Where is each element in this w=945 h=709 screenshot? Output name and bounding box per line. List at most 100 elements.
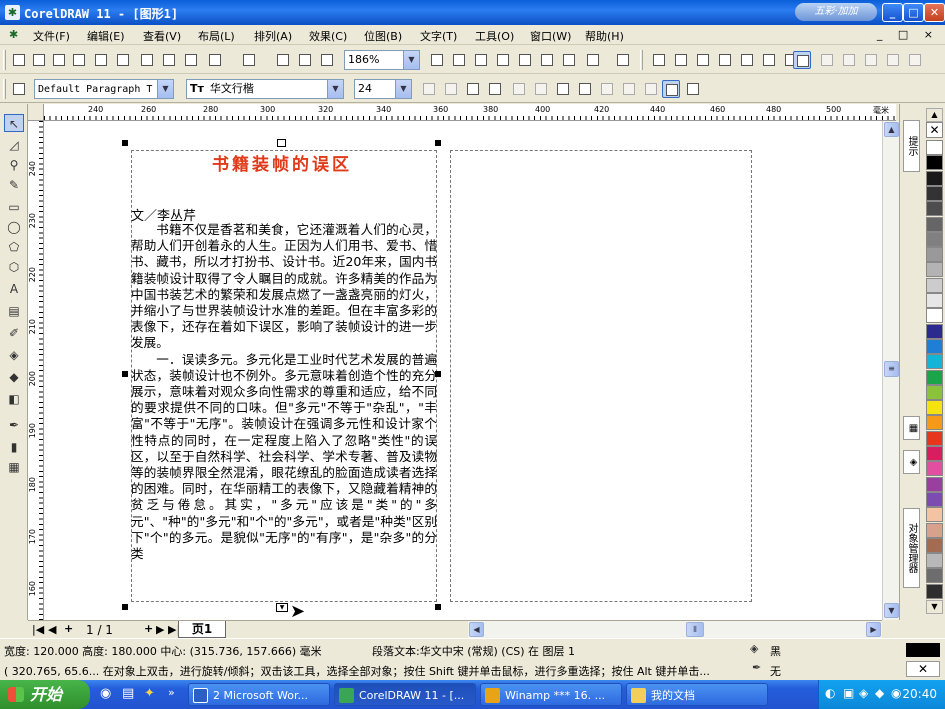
document-icon[interactable]: ✱ [9,28,18,41]
color-swatch[interactable] [926,430,943,446]
fill-tool-icon[interactable]: ◆ [4,368,24,386]
menu-edit[interactable]: 编辑(E) [87,28,125,44]
quicklaunch-expand-icon[interactable]: » [168,686,175,699]
copy-icon[interactable] [160,51,178,69]
selection-handle[interactable] [435,604,441,610]
mdi-window-controls[interactable]: _ □ × [877,28,939,41]
chevron-down-icon[interactable]: ▼ [395,80,411,98]
tray-input-icon[interactable]: ◉ [891,686,901,700]
menu-file[interactable]: 文件(F) [33,28,70,44]
color-swatch[interactable] [926,247,943,263]
rectangle-tool-icon[interactable]: ▭ [4,198,24,216]
lock-icon[interactable] [862,51,880,69]
format-text-icon[interactable] [620,80,638,98]
selection-handle[interactable] [435,371,441,377]
unlock-icon[interactable] [884,51,902,69]
eyedropper-tool-icon[interactable]: ✐ [4,324,24,342]
page-tab[interactable]: 页1 [178,621,226,638]
grid-icon[interactable] [494,51,512,69]
options-icon[interactable] [584,51,602,69]
new-from-template-icon[interactable] [30,51,48,69]
bold-icon[interactable] [420,80,438,98]
menu-help[interactable]: 帮助(H) [585,28,624,44]
pattern-fill-icon[interactable]: ▦ [4,458,24,476]
menu-arrange[interactable]: 排列(A) [254,28,292,44]
color-swatch[interactable] [926,201,943,217]
scroll-left-button[interactable]: ◀ [469,622,484,637]
close-button[interactable]: ✕ [924,3,945,22]
transform-icon[interactable] [672,51,690,69]
horizontal-text-icon[interactable] [662,80,680,98]
scroll-right-button[interactable]: ▶ [866,622,881,637]
text-frame-top-tab[interactable] [277,139,286,147]
menu-bitmaps[interactable]: 位图(B) [364,28,402,44]
horizontal-scroll-thumb[interactable]: ⦀ [686,622,704,637]
order-icon[interactable] [818,51,836,69]
quicklaunch-doc-icon[interactable]: ▤ [122,686,134,701]
outline-none-swatch[interactable]: ✕ [906,661,940,677]
gradient-swatch-icon[interactable]: ▮ [4,438,24,456]
maximize-button[interactable]: □ [903,3,924,22]
refresh-icon[interactable] [274,51,292,69]
drawing-canvas[interactable]: 书籍装帧的误区 文／李丛芹 书籍不仅是香茗和美食，它还灌溉着人们的心灵，帮助人们… [44,121,882,620]
previous-page-button[interactable]: ◀ [48,623,56,636]
fill-color-swatch[interactable] [906,643,940,657]
zoom-tool-icon[interactable]: ⚲ [4,156,24,174]
snap-to-guidelines-icon[interactable] [538,51,556,69]
palette-scroll-down[interactable]: ▼ [926,600,943,614]
menu-text[interactable]: 文字(T) [420,28,457,44]
weld-icon[interactable] [840,51,858,69]
selection-handle[interactable] [122,140,128,146]
snap-to-grid-icon[interactable] [516,51,534,69]
cut-icon[interactable] [138,51,156,69]
edit-text-icon[interactable] [642,80,660,98]
toolbar-grip[interactable] [3,79,6,99]
outline-tool-icon[interactable]: ◈ [4,346,24,364]
color-swatch[interactable] [926,491,943,507]
horizontal-scrollbar[interactable]: ◀ ⦀ ▶ [468,620,882,638]
corel-online-icon[interactable] [472,51,490,69]
new-icon[interactable] [10,51,28,69]
color-swatch[interactable] [926,384,943,400]
add-page-after-button[interactable]: + [144,622,153,635]
ruler-origin[interactable] [28,104,44,121]
paragraph-style-icon[interactable] [10,80,28,98]
align-icon[interactable] [694,51,712,69]
horizontal-alignment-icon[interactable] [486,80,504,98]
group-icon[interactable] [716,51,734,69]
color-swatch[interactable] [926,461,943,477]
menu-window[interactable]: 窗口(W) [530,28,571,44]
menu-view[interactable]: 查看(V) [143,28,181,44]
document-title[interactable]: 书籍装帧的误区 [172,150,392,175]
docker-tab-info[interactable]: ◈ [903,450,920,474]
bullet-list-icon[interactable] [554,80,572,98]
color-swatch[interactable] [926,338,943,354]
color-swatch[interactable] [926,216,943,232]
star-icon[interactable] [650,51,668,69]
quicklaunch-app-icon[interactable]: ✦ [144,686,155,701]
toolbar-grip[interactable] [3,50,6,70]
color-swatch[interactable] [926,507,943,523]
combine-icon[interactable] [760,51,778,69]
print-preview-icon[interactable] [114,51,132,69]
increase-indent-icon[interactable] [532,80,550,98]
tray-security-icon[interactable]: ◆ [875,686,884,700]
ellipse-tool-icon[interactable]: ◯ [4,218,24,236]
vertical-ruler[interactable]: 240 230 220 210 200 190 180 170 160 [28,121,44,620]
quicklaunch-ie-icon[interactable]: ◉ [100,686,111,701]
scroll-down-button[interactable]: ▼ [884,603,899,618]
color-swatch[interactable] [926,446,943,461]
color-swatch[interactable] [926,583,943,599]
pen-nib-icon[interactable]: ✒ [4,416,24,434]
docker-tab-color[interactable]: ▦ [903,416,920,440]
docker-tab-object-manager[interactable]: 对象管理器 [903,508,920,588]
linked-text-frame[interactable] [450,150,752,602]
text-overflow-tab[interactable]: ▼ [276,603,288,612]
interactive-fill-tool-icon[interactable]: ◧ [4,390,24,408]
add-page-before-button[interactable]: + [64,622,73,635]
color-swatch[interactable] [926,293,943,308]
tray-network-icon[interactable]: ▣ [843,686,854,700]
vertical-scrollbar[interactable]: ▲ ≡ ▼ [882,121,899,620]
basic-shapes-tool-icon[interactable]: ⬡ [4,258,24,276]
selection-handle[interactable] [122,371,128,377]
